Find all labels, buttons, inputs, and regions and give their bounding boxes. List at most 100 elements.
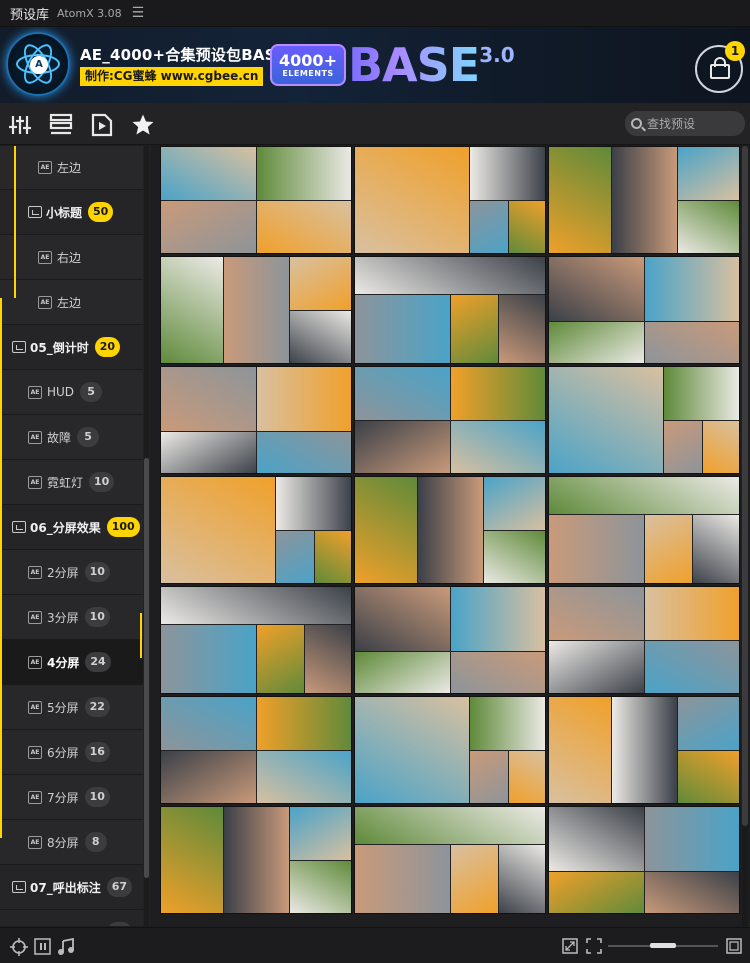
preset-thumbnail[interactable] <box>354 476 546 584</box>
music-icon[interactable] <box>57 938 75 956</box>
thumbnail-panel <box>549 697 613 803</box>
preset-thumbnail[interactable] <box>548 366 740 474</box>
sidebar-item[interactable]: AE HUD 5 <box>0 370 143 415</box>
thumbnail-panel <box>645 641 739 693</box>
sidebar-item[interactable]: AE 故障 5 <box>0 415 143 460</box>
thumbnail-panel <box>161 697 257 751</box>
sidebar-item[interactable]: AE 8分屏 8 <box>0 820 143 865</box>
count-badge: 16 <box>84 742 110 762</box>
sidebar-item[interactable]: AE 3分屏 10 <box>0 595 143 640</box>
thumbnail-panel <box>355 147 471 253</box>
sidebar-item-label: 5分屏 <box>47 700 79 715</box>
preset-thumbnail[interactable] <box>354 806 546 914</box>
thumbnail-panel <box>161 367 257 432</box>
preset-thumbnail[interactable] <box>548 696 740 804</box>
preset-thumbnail[interactable] <box>160 146 352 254</box>
sidebar-item[interactable]: AE 2分屏 10 <box>0 550 143 595</box>
ae-file-icon: AE <box>28 835 42 849</box>
preset-thumbnail[interactable] <box>160 586 352 694</box>
search-input[interactable] <box>647 116 737 131</box>
thumbnail-panel <box>645 321 739 363</box>
sidebar-item-label: 左边 <box>57 295 82 310</box>
preset-thumbnail[interactable] <box>354 146 546 254</box>
sidebar-scroll-thumb[interactable] <box>144 458 149 878</box>
preset-thumbnail-grid <box>160 146 742 926</box>
thumbnail-panel <box>664 367 739 421</box>
sidebar-item[interactable]: AE 7分屏 10 <box>0 775 143 820</box>
sidebar-item-label: 05_倒计时 <box>30 340 89 355</box>
thumbnail-panel <box>612 697 678 803</box>
star-icon[interactable] <box>131 113 155 137</box>
count-badge: 22 <box>84 697 110 717</box>
thumbnail-panel <box>645 871 739 913</box>
sidebar-item-label: 左边 <box>57 160 82 175</box>
sidebar-item[interactable]: AE 4分屏 24 <box>0 640 143 685</box>
grid-scroll-thumb[interactable] <box>742 146 748 826</box>
preset-thumbnail[interactable] <box>160 806 352 914</box>
sidebar-item-label: 06_分屏效果 <box>30 520 101 535</box>
count-badge: 24 <box>85 652 111 672</box>
count-badge: 28 <box>106 922 133 926</box>
preset-thumbnail[interactable] <box>548 146 740 254</box>
sidebar-item-label: 08_徽标显示 <box>30 924 101 927</box>
ae-file-icon: AE <box>28 655 42 669</box>
banner-subtitle: 制作:CG蜜蜂 www.cgbee.cn <box>80 67 264 86</box>
preset-thumbnail[interactable] <box>160 696 352 804</box>
preset-thumbnail[interactable] <box>160 476 352 584</box>
sidebar-item[interactable]: 小标题 50 <box>0 190 143 235</box>
sidebar-item-label: HUD <box>47 385 75 399</box>
thumbnail-panel <box>355 697 471 803</box>
count-badge: 67 <box>106 877 133 897</box>
sidebar-item[interactable]: 07_呼出标注 67 <box>0 865 143 910</box>
thumbnail-panel <box>664 421 703 473</box>
hamburger-icon[interactable]: ☰ <box>132 5 145 21</box>
sidebar-item[interactable]: AE 6分屏 16 <box>0 730 143 775</box>
thumbnail-panel <box>677 751 739 803</box>
fullscreen-icon[interactable] <box>726 938 742 954</box>
pause-icon[interactable] <box>34 938 52 956</box>
thumbnail-panel <box>355 807 545 845</box>
ae-file-icon: AE <box>28 475 42 489</box>
sidebar-item[interactable]: 05_倒计时 20 <box>0 325 143 370</box>
thumbnail-panel <box>257 147 351 201</box>
preset-thumbnail[interactable] <box>354 586 546 694</box>
sidebar-item[interactable]: AE 左边 <box>0 280 143 325</box>
list-icon[interactable] <box>49 113 73 137</box>
sliders-icon[interactable] <box>8 113 32 137</box>
preset-thumbnail[interactable] <box>354 366 546 474</box>
preset-thumbnail[interactable] <box>548 256 740 364</box>
thumbnail-panel <box>677 147 739 201</box>
preset-thumbnail[interactable] <box>548 806 740 914</box>
preset-thumbnail[interactable] <box>160 256 352 364</box>
search-box[interactable] <box>625 111 745 136</box>
preset-thumbnail[interactable] <box>354 256 546 364</box>
app-version: AtomX 3.08 <box>57 6 122 20</box>
thumbnail-panel <box>549 147 613 253</box>
ae-file-icon: AE <box>28 700 42 714</box>
sidebar-item-label: 6分屏 <box>47 745 79 760</box>
preset-thumbnail[interactable] <box>548 586 740 694</box>
thumbnail-size-knob[interactable] <box>650 943 676 948</box>
thumbnail-panel <box>549 587 645 641</box>
sidebar-item[interactable]: AE 右边 <box>0 235 143 280</box>
target-icon[interactable] <box>10 938 28 956</box>
expand-icon[interactable] <box>586 938 602 954</box>
thumbnail-panel <box>355 587 451 652</box>
sidebar-item[interactable]: 06_分屏效果 100 <box>0 505 143 550</box>
thumbnail-panel <box>677 697 739 751</box>
video-icon[interactable] <box>90 113 114 137</box>
preset-thumbnail[interactable] <box>160 366 352 474</box>
fit-icon[interactable] <box>562 938 578 954</box>
sidebar-item[interactable]: AE 左边 <box>0 146 143 190</box>
base-logo-art: 4000+ ELEMENTS BASE 3.0 <box>270 41 515 89</box>
sidebar-item[interactable]: 08_徽标显示 28 <box>0 910 143 926</box>
ae-file-icon: AE <box>38 160 52 174</box>
thumbnail-panel <box>470 697 545 751</box>
preset-thumbnail[interactable] <box>548 476 740 584</box>
thumbnail-panel <box>451 367 545 421</box>
sidebar-item[interactable]: AE 霓虹灯 10 <box>0 460 143 505</box>
sidebar-item[interactable]: AE 5分屏 22 <box>0 685 143 730</box>
thumbnail-panel <box>549 807 645 872</box>
preset-thumbnail[interactable] <box>354 696 546 804</box>
promo-banner[interactable]: A AE_4000+合集预设包BASE V3 制作:CG蜜蜂 www.cgbee… <box>0 27 750 103</box>
